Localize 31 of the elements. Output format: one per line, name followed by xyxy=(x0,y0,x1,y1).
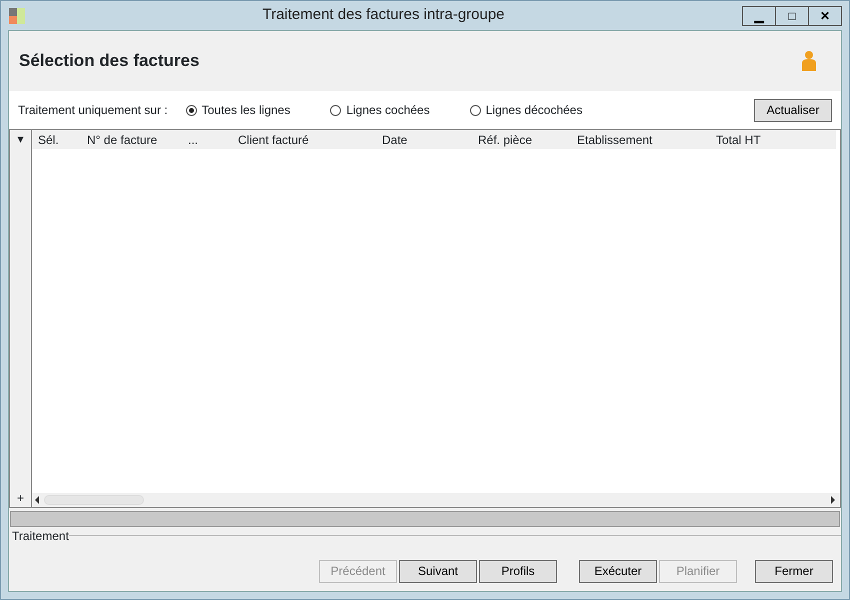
dialog-button[interactable]: Exécuter xyxy=(579,560,657,582)
radio-option[interactable]: Lignes cochées xyxy=(330,101,430,119)
refresh-button[interactable]: Actualiser xyxy=(754,98,832,122)
person-icon xyxy=(801,51,817,71)
minimize-button[interactable]: ▁ xyxy=(742,6,776,26)
dialog-button[interactable]: Fermer xyxy=(755,560,833,582)
page-title: Sélection des factures xyxy=(19,50,200,72)
app-icon xyxy=(9,8,25,24)
close-button[interactable]: ✕ xyxy=(808,6,842,26)
column-menu-button[interactable]: ▾ xyxy=(18,130,24,148)
group-title: Traitement xyxy=(11,528,69,545)
column-header[interactable]: Date xyxy=(376,130,472,148)
column-header[interactable]: Total HT xyxy=(710,130,770,148)
radio-button[interactable] xyxy=(330,104,342,116)
scroll-right-icon[interactable] xyxy=(828,495,838,505)
radio-button[interactable] xyxy=(186,104,197,116)
add-button[interactable]: + xyxy=(16,489,24,507)
column-header[interactable]: ... xyxy=(182,130,232,148)
maximize-button[interactable]: □ xyxy=(775,6,809,26)
column-header[interactable]: Sél. xyxy=(32,130,81,148)
column-header[interactable]: Client facturé xyxy=(232,130,376,148)
radio-option[interactable]: Lignes décochées xyxy=(470,101,582,119)
radio-option[interactable]: Toutes les lignes xyxy=(186,101,290,119)
dialog-button[interactable]: Suivant xyxy=(399,560,477,582)
column-header[interactable]: N° de facture xyxy=(81,130,182,148)
column-header[interactable]: Réf. pièce xyxy=(472,130,571,148)
window-title: Traitement des factures intra-groupe xyxy=(261,5,506,26)
dialog-button[interactable]: Profils xyxy=(479,560,557,582)
column-header[interactable]: Etablissement xyxy=(571,130,710,148)
radio-button[interactable] xyxy=(470,104,481,116)
filter-label: Traitement uniquement sur : xyxy=(18,102,168,119)
